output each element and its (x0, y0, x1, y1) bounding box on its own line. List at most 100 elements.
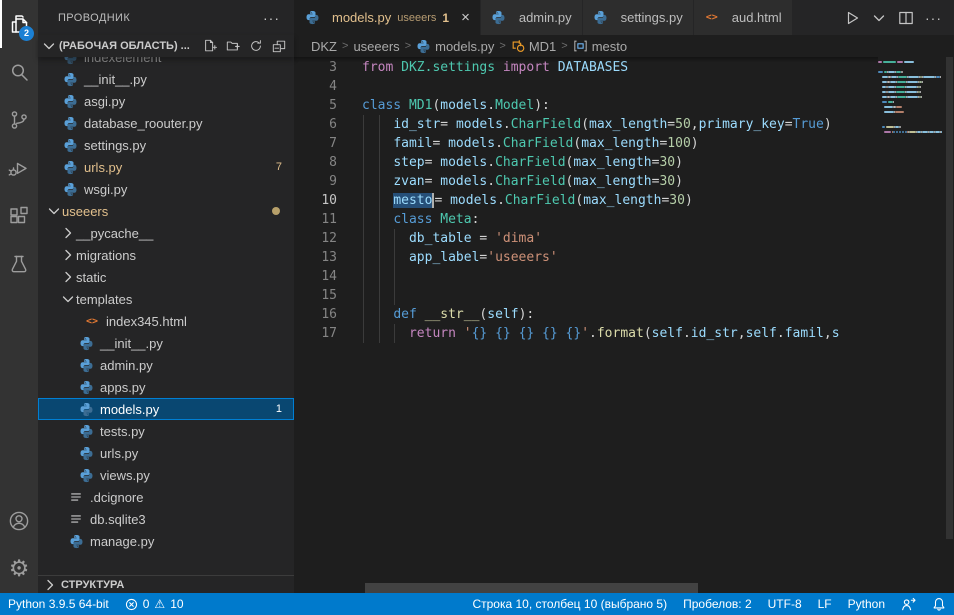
tree-item-dcignore[interactable]: .dcignore (38, 486, 294, 508)
explorer-action-collapse-all[interactable] (272, 39, 286, 53)
tree-item-useeers[interactable]: useeers (38, 200, 294, 222)
tree-item-db-sqlite3[interactable]: db.sqlite3 (38, 508, 294, 530)
tree-item-wsgi-py[interactable]: wsgi.py (38, 178, 294, 200)
run-file-button[interactable] (844, 10, 860, 26)
horizontal-scrollbar[interactable] (365, 583, 698, 593)
tree-item-init-py[interactable]: __init__.py (38, 332, 294, 354)
line-number[interactable]: 12 (294, 229, 362, 248)
line-number[interactable]: 7 (294, 134, 362, 153)
workspace-section-header[interactable]: (РАБОЧАЯ ОБЛАСТЬ) ... (38, 35, 294, 57)
status-cursor-position[interactable]: Строка 10, столбец 10 (выбрано 5) (464, 593, 675, 615)
tree-item-models-py[interactable]: models.py1 (38, 398, 294, 420)
tree-item-apps-py[interactable]: apps.py (38, 376, 294, 398)
close-icon[interactable]: × (461, 10, 470, 25)
tree-item-urls-py[interactable]: urls.py (38, 442, 294, 464)
tree-item-admin-py[interactable]: admin.py (38, 354, 294, 376)
tree-item-asgi-py[interactable]: asgi.py (38, 90, 294, 112)
activity-item-account[interactable] (0, 497, 38, 545)
line-number[interactable]: 8 (294, 153, 362, 172)
activity-item-settings[interactable]: ⚙ (0, 545, 38, 593)
tab-aud-html[interactable]: <>aud.html (694, 0, 793, 35)
line-number[interactable]: 6 (294, 115, 362, 134)
tree-item-pycache[interactable]: __pycache__ (38, 222, 294, 244)
code-line-15[interactable]: 15 (294, 286, 878, 305)
code-line-11[interactable]: 11 class Meta: (294, 210, 878, 229)
explorer-action-new-file[interactable] (203, 39, 217, 53)
code-line-12[interactable]: 12 db_table = 'dima' (294, 229, 878, 248)
more-actions-icon[interactable]: ··· (263, 10, 280, 26)
code-line-7[interactable]: 7 famil= models.CharField(max_length=100… (294, 134, 878, 153)
python-icon (78, 467, 94, 483)
breadcrumb-item-models-py[interactable]: models.py (416, 39, 494, 54)
tree-item-indexelement[interactable]: indexelement (38, 57, 294, 68)
status-feedback[interactable] (893, 593, 924, 615)
tree-item-views-py[interactable]: views.py (38, 464, 294, 486)
status-notifications[interactable] (924, 593, 954, 615)
code-line-8[interactable]: 8 step= models.CharField(max_length=30) (294, 153, 878, 172)
code-line-9[interactable]: 9 zvan= models.CharField(max_length=30) (294, 172, 878, 191)
activity-item-explorer[interactable]: 2 (0, 0, 38, 48)
tree-item-templates[interactable]: templates (38, 288, 294, 310)
line-number[interactable]: 17 (294, 324, 362, 343)
split-editor-button[interactable] (898, 10, 914, 26)
scrollbar-slider[interactable] (946, 57, 953, 539)
code-token: 'useeers' (487, 250, 557, 265)
status-language-mode[interactable]: Python (840, 593, 893, 615)
more-actions-button[interactable]: ··· (925, 10, 942, 26)
activity-item-extensions[interactable] (0, 192, 38, 240)
tree-item-static[interactable]: static (38, 266, 294, 288)
code-line-5[interactable]: 5class MD1(models.Model): (294, 96, 878, 115)
tree-item-index345-html[interactable]: <>index345.html (38, 310, 294, 332)
vertical-scrollbar[interactable] (945, 57, 954, 593)
activity-item-search[interactable] (0, 48, 38, 96)
code-line-17[interactable]: 17 return '{} {} {} {} {}'.format(self.i… (294, 324, 878, 343)
tab-models-py[interactable]: models.pyuseeers1× (294, 0, 481, 35)
explorer-action-refresh[interactable] (249, 39, 263, 53)
tab-settings-py[interactable]: settings.py (583, 0, 694, 35)
tree-item-database-roouter-py[interactable]: database_roouter.py (38, 112, 294, 134)
tree-item-settings-py[interactable]: settings.py (38, 134, 294, 156)
refresh-icon (249, 39, 263, 53)
breadcrumb-item-useeers[interactable]: useeers (353, 39, 399, 54)
line-number[interactable]: 16 (294, 305, 362, 324)
activity-item-run-debug[interactable] (0, 144, 38, 192)
tree-item-init-py[interactable]: __init__.py (38, 68, 294, 90)
line-number[interactable]: 11 (294, 210, 362, 229)
line-number[interactable]: 5 (294, 96, 362, 115)
line-number[interactable]: 3 (294, 58, 362, 77)
code-line-3[interactable]: 3from DKZ.settings import DATABASES (294, 58, 878, 77)
line-number[interactable]: 4 (294, 77, 362, 96)
tree-item-urls-py[interactable]: urls.py7 (38, 156, 294, 178)
code-line-16[interactable]: 16 def __str__(self): (294, 305, 878, 324)
minimap[interactable] (878, 57, 945, 593)
line-number[interactable]: 15 (294, 286, 362, 305)
status-python-version[interactable]: Python 3.9.5 64-bit (0, 593, 117, 615)
minimap-token (896, 106, 902, 108)
line-number[interactable]: 13 (294, 248, 362, 267)
code-line-6[interactable]: 6 id_str= models.CharField(max_length=50… (294, 115, 878, 134)
line-number[interactable]: 9 (294, 172, 362, 191)
code-line-10[interactable]: 10 mesto= models.CharField(max_length=30… (294, 191, 878, 210)
tree-item-tests-py[interactable]: tests.py (38, 420, 294, 442)
code-editor[interactable]: 3from DKZ.settings import DATABASES45cla… (294, 57, 878, 593)
activity-item-source-control[interactable] (0, 96, 38, 144)
line-number[interactable]: 10 (294, 191, 362, 210)
code-line-13[interactable]: 13 app_label='useeers' (294, 248, 878, 267)
status-eol[interactable]: LF (810, 593, 840, 615)
line-number[interactable]: 14 (294, 267, 362, 286)
tree-item-manage-py[interactable]: manage.py (38, 530, 294, 552)
status-problems[interactable]: 0⚠10 (117, 593, 192, 615)
tree-item-migrations[interactable]: migrations (38, 244, 294, 266)
activity-item-testing[interactable] (0, 240, 38, 288)
code-line-14[interactable]: 14 (294, 267, 878, 286)
breadcrumb-item-mesto[interactable]: mesto (573, 39, 627, 54)
status-encoding[interactable]: UTF-8 (760, 593, 810, 615)
breadcrumb-item-dkz[interactable]: DKZ (311, 39, 337, 54)
outline-section-header[interactable]: СТРУКТУРА (38, 575, 294, 593)
breadcrumb-item-md1[interactable]: MD1 (511, 39, 556, 54)
explorer-action-new-folder[interactable] (226, 39, 240, 53)
run-dropdown-button[interactable] (871, 10, 887, 26)
tab-admin-py[interactable]: admin.py (481, 0, 583, 35)
code-line-4[interactable]: 4 (294, 77, 878, 96)
status-indentation[interactable]: Пробелов: 2 (675, 593, 760, 615)
